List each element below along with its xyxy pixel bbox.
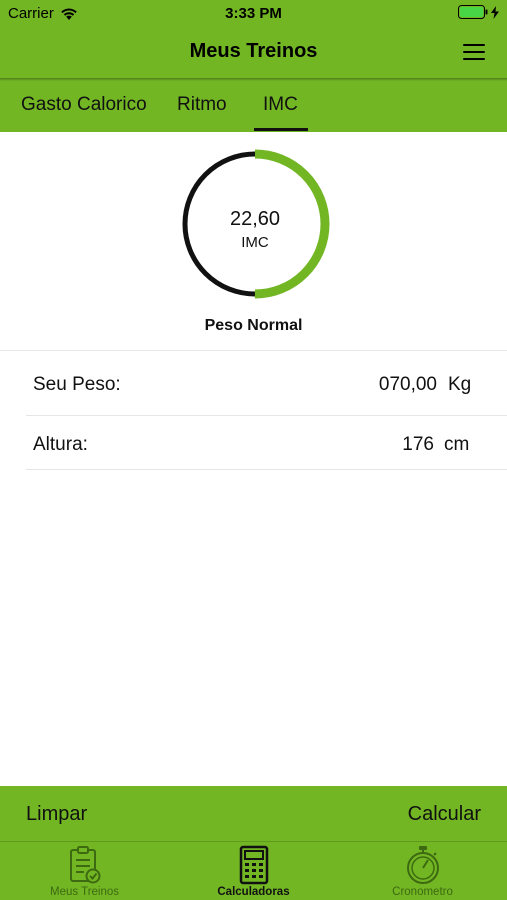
tabbar-item-cronometro[interactable]: Cronometro [338,842,507,900]
calculator-tabs: Gasto Calorico Ritmo IMC [0,84,507,132]
battery-icon [458,5,488,19]
weight-unit: Kg [448,374,472,395]
hamburger-menu-icon[interactable] [463,43,485,61]
height-unit: cm [444,434,470,455]
page-title: Meus Treinos [189,40,318,62]
divider [26,469,507,470]
tabbar-label: Cronometro [392,886,453,898]
tab-ritmo[interactable]: Ritmo [177,94,227,116]
charging-bolt-icon [491,5,499,19]
weight-value-field[interactable]: 070,00 [379,374,437,396]
action-bar: Limpar Calcular [0,786,507,841]
nav-divider [0,78,507,81]
status-time: 3:33 PM [225,5,282,22]
tabbar-item-meus-treinos[interactable]: Meus Treinos [0,842,169,900]
height-label: Altura: [33,434,88,455]
tabbar-label: Meus Treinos [49,886,120,898]
divider [0,350,507,351]
imc-gauge: 22,60 IMC [179,148,331,300]
calculator-icon [239,845,268,885]
status-right [458,5,499,19]
weight-row[interactable]: Seu Peso: 070,00 Kg [0,354,507,414]
tabbar-label: Calculadoras [217,886,290,898]
tabbar-item-calculadoras[interactable]: Calculadoras [169,842,338,900]
imc-value: 22,60 [229,208,281,230]
height-row[interactable]: Altura: 176 cm [0,414,507,474]
bottom-tab-bar: Meus Treinos Calculadoras Cronometro [0,841,507,900]
clipboard-check-icon [69,846,100,884]
stopwatch-icon [406,846,439,884]
calculate-button[interactable]: Calcular [408,803,481,826]
weight-label: Seu Peso: [33,374,121,395]
tab-imc[interactable]: IMC [263,94,298,116]
active-tab-indicator [254,128,308,131]
imc-status-label: Peso Normal [204,317,303,334]
top-header: Carrier 3:33 PM Meus Treinos Gasto Calor… [0,0,507,132]
status-bar: Carrier 3:33 PM [0,0,507,28]
imc-unit-label: IMC [241,234,269,251]
height-value-field[interactable]: 176 [402,434,434,456]
clear-button[interactable]: Limpar [26,803,87,826]
tab-gasto-calorico[interactable]: Gasto Calorico [21,94,147,116]
navigation-bar: Meus Treinos [0,28,507,78]
